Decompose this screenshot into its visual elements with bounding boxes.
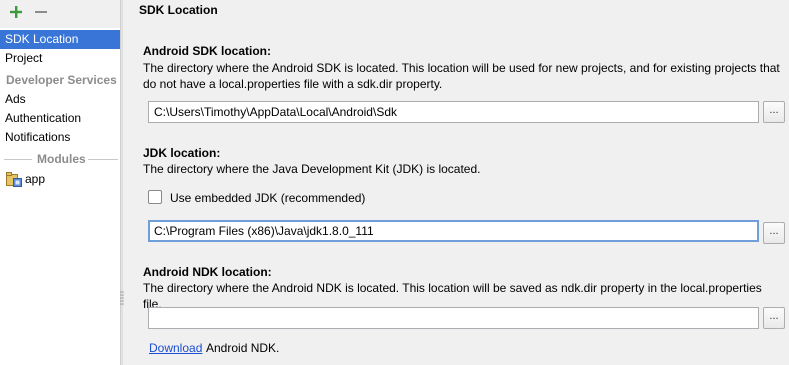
sidebar-item-notifications[interactable]: Notifications: [0, 128, 120, 147]
sidebar-item-ads[interactable]: Ads: [0, 90, 120, 109]
sidebar-item-label: app: [25, 172, 46, 186]
jdk-browse-button[interactable]: ...: [763, 222, 785, 244]
android-sdk-description: The directory where the Android SDK is l…: [143, 61, 780, 91]
modules-header: Modules: [37, 152, 86, 166]
android-sdk-browse-button[interactable]: ...: [763, 101, 785, 123]
modules-separator: Modules: [0, 150, 120, 169]
developer-services-header: Developer Services: [6, 73, 117, 87]
android-sdk-title: Android SDK location:: [143, 44, 271, 58]
android-ndk-title: Android NDK location:: [143, 265, 272, 279]
jdk-description: The directory where the Java Development…: [143, 162, 481, 176]
embedded-jdk-checkbox[interactable]: [148, 190, 162, 204]
sidebar-item-authentication[interactable]: Authentication: [0, 109, 120, 128]
plus-icon[interactable]: [8, 4, 24, 20]
download-ndk-suffix: Android NDK.: [206, 341, 280, 355]
sidebar-toolbar: [0, 0, 120, 28]
sidebar-item-project[interactable]: Project: [0, 49, 120, 68]
jdk-path-field[interactable]: C:\Program Files (x86)\Java\jdk1.8.0_111: [148, 220, 759, 242]
module-folder-icon: [6, 172, 22, 187]
pane-splitter[interactable]: [120, 0, 123, 365]
download-ndk-link[interactable]: Download: [149, 341, 202, 355]
android-ndk-path-field[interactable]: [148, 307, 759, 329]
page-title: SDK Location: [139, 3, 218, 17]
settings-sidebar: SDK Location Project Developer Services …: [0, 0, 120, 365]
minus-icon[interactable]: [33, 4, 49, 20]
android-sdk-path-field[interactable]: C:\Users\Timothy\AppData\Local\Android\S…: [148, 101, 759, 123]
jdk-title: JDK location:: [143, 146, 221, 160]
sidebar-item-app-module[interactable]: app: [0, 170, 120, 189]
android-ndk-browse-button[interactable]: ...: [763, 307, 785, 329]
embedded-jdk-checkbox-label[interactable]: Use embedded JDK (recommended): [170, 190, 365, 206]
splitter-grip-icon[interactable]: [120, 291, 124, 305]
sidebar-item-sdk-location[interactable]: SDK Location: [0, 30, 120, 49]
